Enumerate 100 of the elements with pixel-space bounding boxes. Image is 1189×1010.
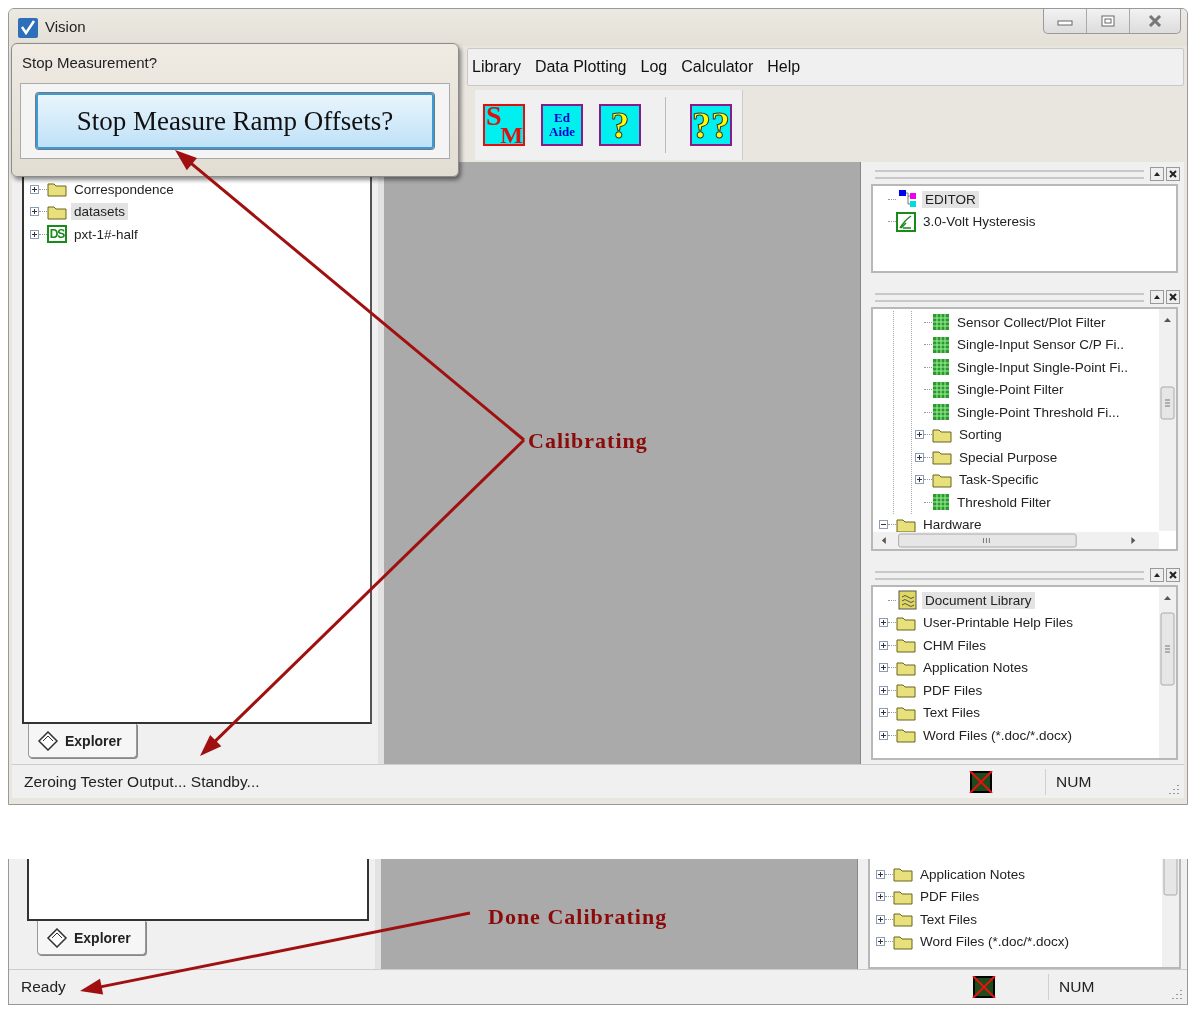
- vertical-scrollbar[interactable]: [1162, 859, 1179, 967]
- tree-item[interactable]: Single-Input Single-Point Fi..: [954, 358, 1132, 376]
- tree-item[interactable]: CHM Files: [920, 636, 989, 654]
- annotation-label: Calibrating: [528, 428, 648, 453]
- diamond-icon: [37, 730, 59, 751]
- expander-toggle[interactable]: [879, 730, 888, 740]
- tree-item[interactable]: Single-Point Threshold Fi...: [954, 403, 1123, 421]
- tree-item[interactable]: Special Purpose: [956, 448, 1061, 466]
- expander-toggle[interactable]: [879, 520, 888, 530]
- tree-item[interactable]: Word Files (*.doc/*.docx): [920, 726, 1076, 744]
- document-stack-icon: [896, 590, 918, 611]
- expander-toggle[interactable]: [915, 475, 924, 485]
- collapse-button[interactable]: [1150, 290, 1164, 304]
- expander-toggle[interactable]: [876, 892, 885, 902]
- expander-toggle[interactable]: [879, 618, 888, 628]
- tree-item[interactable]: Single-Input Sensor C/P Fi..: [954, 336, 1128, 354]
- disconnected-icon: [969, 770, 993, 793]
- tree-item[interactable]: Single-Point Filter: [954, 381, 1067, 399]
- panel-grip[interactable]: [875, 292, 1144, 302]
- tree-item[interactable]: Text Files: [920, 704, 983, 722]
- folder-icon: [896, 659, 916, 676]
- vertical-scrollbar[interactable]: [1159, 309, 1176, 531]
- dialog-title: Stop Measurement?: [22, 54, 159, 71]
- expander-toggle[interactable]: [30, 184, 39, 194]
- folder-icon: [896, 637, 916, 654]
- collapse-button[interactable]: [1150, 167, 1164, 181]
- annotation-label: Done Calibrating: [488, 904, 668, 929]
- folder-icon: [893, 911, 913, 928]
- folder-icon: [893, 888, 913, 905]
- explorer-tab[interactable]: Explorer: [37, 921, 146, 955]
- folder-icon: [896, 614, 916, 631]
- folder-icon: [896, 682, 916, 699]
- close-button[interactable]: [1166, 167, 1180, 181]
- expander-toggle[interactable]: [879, 708, 888, 718]
- tree-item[interactable]: PDF Files: [920, 681, 986, 699]
- window-title: Vision: [45, 18, 86, 35]
- expander-toggle[interactable]: [876, 869, 885, 879]
- grid-icon: [932, 403, 950, 422]
- toolbar-button[interactable]: Ed Aide: [541, 104, 583, 146]
- grid-icon: [932, 358, 950, 377]
- menu-item[interactable]: Calculator: [674, 58, 761, 76]
- grid-icon: [932, 380, 950, 399]
- tree-item[interactable]: Task-Specific: [956, 471, 1042, 489]
- tree-item[interactable]: Word Files (*.doc/*.docx): [917, 933, 1073, 951]
- tree-item[interactable]: Correspondence: [71, 180, 177, 198]
- status-message: Ready: [21, 977, 67, 996]
- tree-item[interactable]: Application Notes: [917, 865, 1029, 883]
- dataset-icon: DS: [47, 225, 67, 244]
- close-button[interactable]: [1166, 290, 1180, 304]
- status-message: Zeroing Tester Output... Standby...: [24, 772, 261, 791]
- close-button[interactable]: [1166, 568, 1180, 582]
- tree-item[interactable]: 3.0-Volt Hysteresis: [920, 213, 1039, 231]
- folder-icon: [932, 426, 952, 443]
- collapse-button[interactable]: [1150, 568, 1164, 582]
- tree-item[interactable]: Sensor Collect/Plot Filter: [954, 313, 1109, 331]
- tree-item[interactable]: Threshold Filter: [954, 493, 1054, 511]
- expander-toggle[interactable]: [879, 640, 888, 650]
- tree-item[interactable]: User-Printable Help Files: [920, 614, 1077, 632]
- panel-grip[interactable]: [875, 570, 1144, 580]
- tree-item[interactable]: datasets: [71, 203, 129, 221]
- folder-icon: [893, 866, 913, 883]
- vertical-scrollbar[interactable]: [1159, 587, 1176, 758]
- tree-item[interactable]: Document Library: [922, 591, 1035, 609]
- tree-item[interactable]: EDITOR: [922, 190, 979, 208]
- expander-toggle[interactable]: [876, 937, 885, 947]
- tree-item[interactable]: pxt-1#-half: [71, 225, 141, 243]
- maximize-icon: [1101, 15, 1115, 27]
- menu-item[interactable]: Help: [760, 58, 808, 76]
- folder-icon: [893, 933, 913, 950]
- menu-item[interactable]: Data Plotting: [527, 58, 634, 76]
- graph-icon: [896, 211, 916, 232]
- tree-item[interactable]: Sorting: [956, 426, 1005, 444]
- tree-item[interactable]: Hardware: [920, 516, 985, 534]
- horizontal-scrollbar[interactable]: [873, 532, 1159, 549]
- expander-toggle[interactable]: [915, 452, 924, 462]
- menu-item[interactable]: Library: [468, 58, 528, 76]
- explorer-tab[interactable]: Explorer: [28, 724, 137, 758]
- expander-toggle[interactable]: [879, 663, 888, 673]
- folder-icon: [896, 704, 916, 721]
- expander-toggle[interactable]: [879, 685, 888, 695]
- tree-item[interactable]: Text Files: [917, 910, 980, 928]
- tree-item[interactable]: Application Notes: [920, 659, 1032, 677]
- diamond-icon: [46, 927, 68, 948]
- expander-toggle[interactable]: [30, 229, 39, 239]
- expander-toggle[interactable]: [30, 207, 39, 217]
- folder-icon: [932, 449, 952, 466]
- num-lock-indicator: NUM: [1048, 973, 1129, 1000]
- panel-grip[interactable]: [875, 169, 1144, 179]
- expander-toggle[interactable]: [876, 914, 885, 924]
- tree-item[interactable]: PDF Files: [917, 888, 983, 906]
- stop-button[interactable]: Stop Measure Ramp Offsets?: [36, 93, 434, 149]
- disconnected-icon: [972, 975, 996, 998]
- menu-item[interactable]: Log: [633, 58, 675, 76]
- expander-toggle[interactable]: [915, 430, 924, 440]
- folder-icon: [47, 181, 67, 198]
- num-lock-indicator: NUM: [1045, 768, 1126, 795]
- folder-icon: [47, 203, 67, 220]
- close-icon: [1148, 15, 1162, 27]
- grid-icon: [932, 493, 950, 512]
- grid-icon: [932, 335, 950, 354]
